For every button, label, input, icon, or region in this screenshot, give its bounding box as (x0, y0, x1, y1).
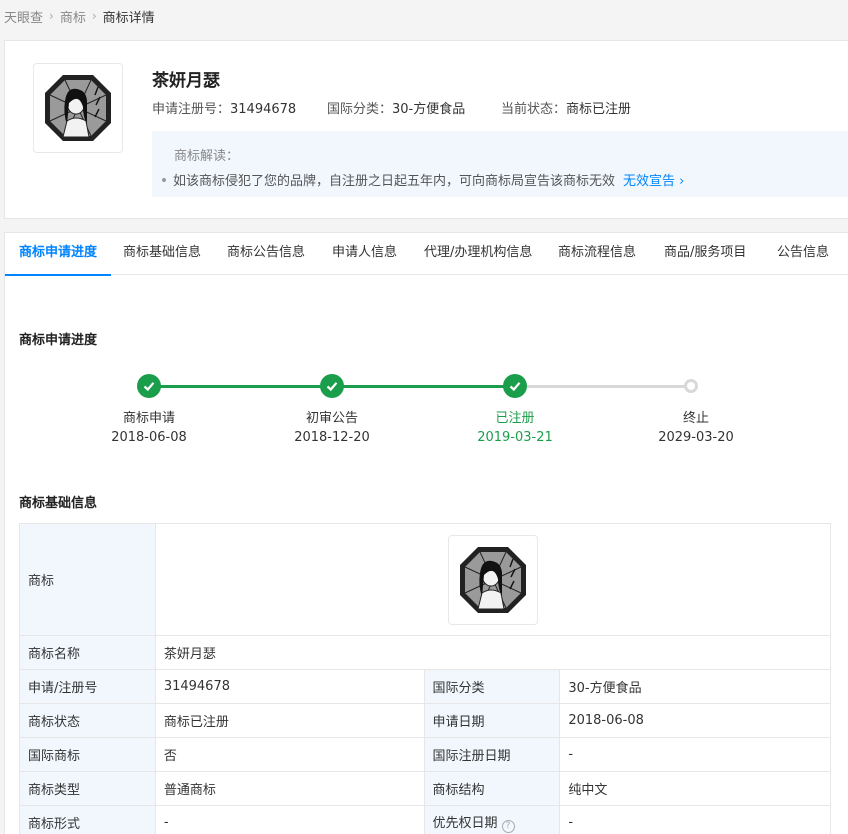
invalidation-link-label: 无效宣告 (623, 174, 676, 189)
table-value-cell: 30-方便食品 (559, 669, 831, 704)
trademark-logo-image (459, 546, 526, 613)
table-row: 商标形式 - 优先权日期? - (19, 805, 831, 834)
chevron-right-icon: › (91, 9, 97, 23)
step-1-check-icon (137, 374, 161, 398)
step-3-label: 已注册 (495, 411, 535, 426)
basic-section-title: 商标基础信息 (19, 496, 98, 511)
priority-date-label: 优先权日期 (432, 816, 498, 831)
table-row: 国际商标 否 国际注册日期 - (19, 737, 831, 772)
interpretation-box: 商标解读： 如该商标侵犯了您的品牌，自注册之日起五年内，可向商标局宣告该商标无效… (152, 131, 848, 197)
bullet-icon (162, 177, 166, 182)
tab-announcement[interactable]: 商标公告信息 (227, 233, 305, 275)
intl-class: 国际分类：30-方便食品 (327, 98, 465, 117)
table-row: 商标 (19, 523, 832, 636)
reg-number-value: 31494678 (230, 102, 297, 117)
table-value-cell: - (154, 805, 425, 834)
reg-number: 申请注册号：31494678 (152, 98, 296, 117)
trademark-name: 茶妍月瑟 (152, 71, 220, 91)
reg-number-label: 申请注册号： (152, 102, 231, 117)
current-status-label: 当前状态： (501, 102, 567, 117)
chevron-right-icon: › (49, 9, 54, 23)
step-4-date: 2029-03-20 (658, 430, 734, 445)
step-3: 已注册 2019-03-21 (455, 409, 575, 447)
interpretation-line: 如该商标侵犯了您的品牌，自注册之日起五年内，可向商标局宣告该商标无效 无效宣告 … (162, 170, 684, 189)
step-2-label: 初审公告 (305, 411, 358, 426)
step-2-check-icon (320, 374, 344, 398)
breadcrumb-current: 商标详情 (102, 10, 155, 26)
name-label-cell: 商标名称 (19, 635, 156, 670)
step-2: 初审公告 2018-12-20 (272, 409, 392, 447)
table-label-cell: 商标状态 (19, 703, 156, 738)
table-value-cell: 2018-06-08 (559, 703, 831, 738)
basic-info-table: 商标 商标名称 茶妍月瑟 申请/注册号 31494678 国际分类 30-方便食… (19, 523, 832, 834)
breadcrumb-trademark[interactable]: 商标 (60, 7, 86, 26)
breadcrumb: 天眼查 › 商标 › 商标详情 (4, 6, 155, 26)
trademark-detail-card: 商标申请进度 商标基础信息 商标公告信息 申请人信息 代理/办理机构信息 商标流… (4, 232, 848, 834)
logo-cell (154, 523, 832, 636)
name-value-cell: 茶妍月瑟 (154, 635, 832, 670)
progress-line-pending (515, 385, 691, 388)
table-label-cell: 商标结构 (423, 771, 561, 806)
table-value-cell: 31494678 (154, 669, 425, 704)
interpretation-title: 商标解读： (174, 149, 240, 164)
intl-class-value: 30-方便食品 (392, 102, 466, 117)
current-status: 当前状态：商标已注册 (501, 98, 631, 117)
interpretation-text: 如该商标侵犯了您的品牌，自注册之日起五年内，可向商标局宣告该商标无效 (173, 174, 616, 189)
current-status-value: 商标已注册 (566, 102, 632, 117)
table-value-cell: 纯中文 (559, 771, 831, 806)
table-value-cell: - (559, 737, 831, 772)
table-label-cell: 申请日期 (423, 703, 561, 738)
table-value-cell: 商标已注册 (154, 703, 425, 738)
table-row: 商标类型 普通商标 商标结构 纯中文 (19, 771, 831, 806)
table-value-cell: 否 (154, 737, 425, 772)
step-1-label: 商标申请 (122, 411, 175, 426)
table-label-cell: 商标类型 (19, 771, 156, 806)
trademark-logo-image (45, 75, 111, 141)
progress-section-title: 商标申请进度 (19, 333, 98, 348)
step-3-check-icon (503, 374, 527, 398)
table-row: 商标名称 茶妍月瑟 (19, 635, 832, 670)
step-4: 终止 2029-03-20 (636, 409, 756, 447)
tab-basic-info[interactable]: 商标基础信息 (123, 233, 201, 275)
table-row: 商标状态 商标已注册 申请日期 2018-06-08 (19, 703, 831, 738)
table-label-cell: 申请/注册号 (19, 669, 156, 704)
table-label-cell: 国际分类 (423, 669, 561, 704)
trademark-logo[interactable] (33, 63, 123, 153)
tab-notices[interactable]: 公告信息 (777, 233, 829, 275)
tab-agency[interactable]: 代理/办理机构信息 (424, 233, 532, 275)
table-label-cell: 商标形式 (19, 805, 156, 834)
table-row: 申请/注册号 31494678 国际分类 30-方便食品 (19, 669, 831, 704)
intl-class-label: 国际分类： (327, 102, 393, 117)
tab-progress[interactable]: 商标申请进度 (4, 233, 112, 276)
tab-process[interactable]: 商标流程信息 (558, 233, 636, 275)
step-4-pending-icon (684, 379, 698, 393)
priority-date-label-cell: 优先权日期? (423, 805, 561, 834)
breadcrumb-home[interactable]: 天眼查 (4, 7, 43, 26)
step-1: 商标申请 2018-06-08 (89, 409, 209, 447)
step-2-date: 2018-12-20 (294, 430, 370, 445)
tab-bar: 商标申请进度 商标基础信息 商标公告信息 申请人信息 代理/办理机构信息 商标流… (4, 233, 848, 276)
step-4-label: 终止 (682, 411, 709, 426)
tab-goods-services[interactable]: 商品/服务项目 (664, 233, 746, 275)
question-icon[interactable]: ? (501, 820, 515, 833)
table-value-cell: - (559, 805, 831, 834)
table-label-cell: 国际商标 (19, 737, 156, 772)
step-3-date: 2019-03-21 (477, 430, 553, 445)
logo-label-cell: 商标 (19, 523, 156, 636)
chevron-right-icon: › (675, 174, 685, 189)
table-trademark-logo[interactable] (447, 534, 538, 625)
step-1-date: 2018-06-08 (111, 430, 187, 445)
table-label-cell: 国际注册日期 (423, 737, 561, 772)
trademark-header-card: 茶妍月瑟 申请注册号：31494678 国际分类：30-方便食品 当前状态：商标… (4, 40, 848, 219)
progress-timeline: 商标申请 2018-06-08 初审公告 2018-12-20 已注册 2019… (5, 363, 848, 453)
table-value-cell: 普通商标 (154, 771, 425, 806)
tab-applicant[interactable]: 申请人信息 (332, 233, 397, 275)
invalidation-link[interactable]: 无效宣告 › (623, 170, 684, 189)
